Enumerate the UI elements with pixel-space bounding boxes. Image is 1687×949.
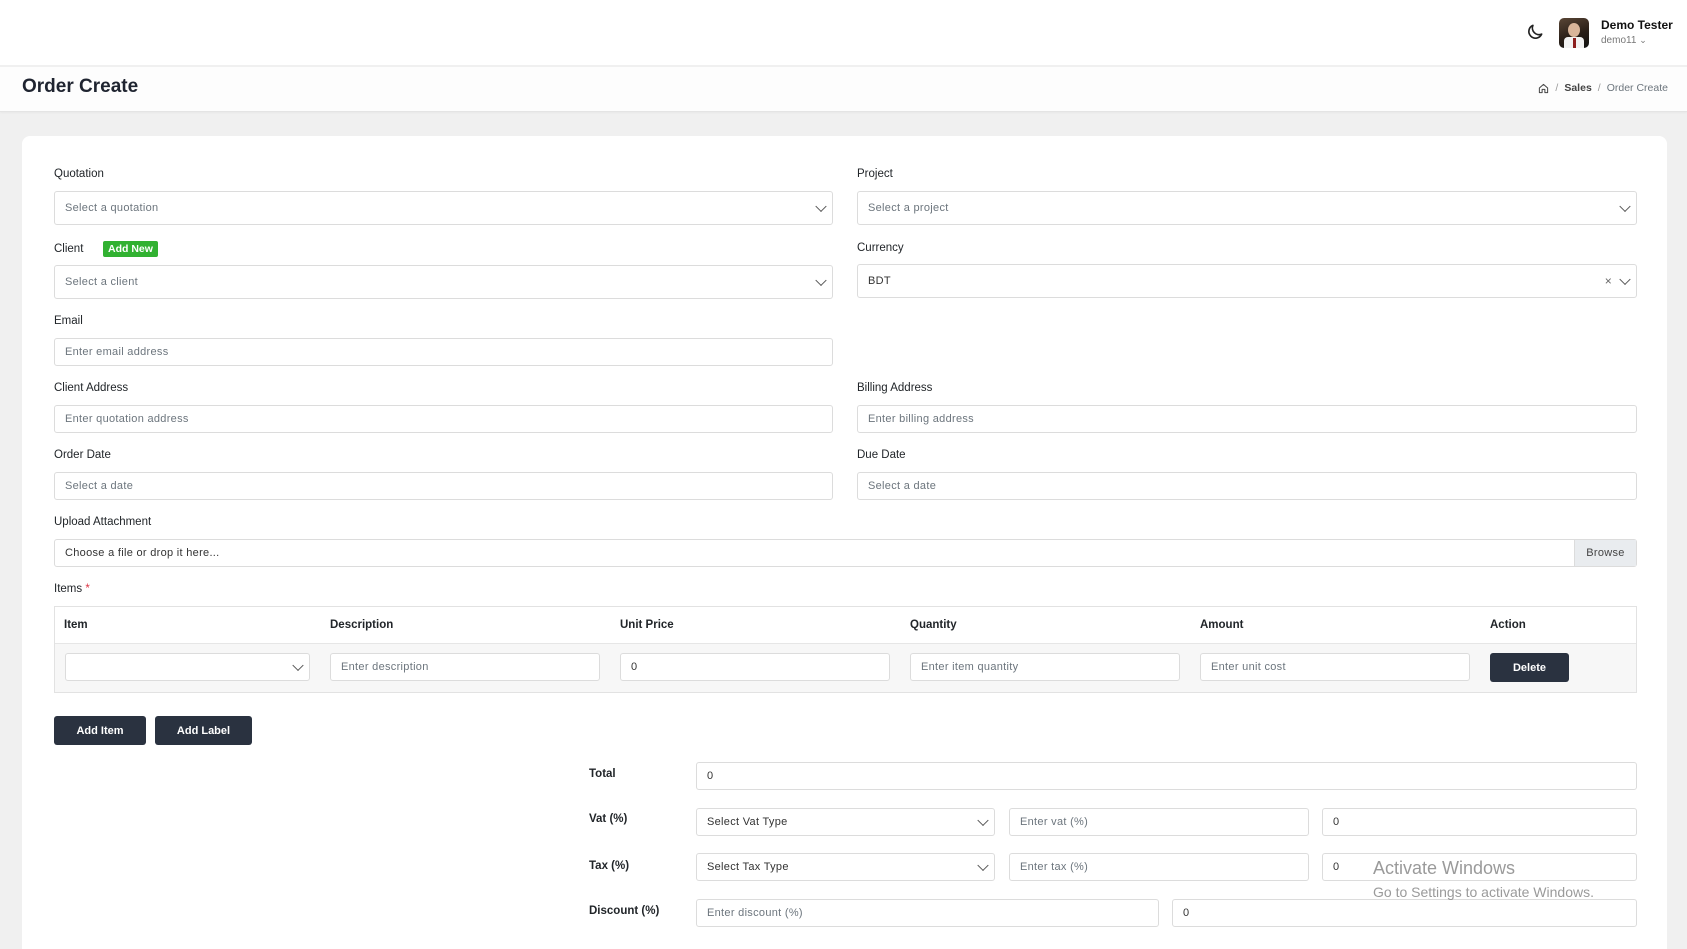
total-label: Total: [589, 768, 616, 780]
items-table: Item Description Unit Price Quantity Amo…: [54, 606, 1637, 693]
total-field: 0: [696, 762, 1637, 790]
email-field[interactable]: Enter email address: [54, 338, 833, 366]
vat-rate-input[interactable]: Enter vat (%): [1009, 808, 1309, 836]
items-label: Items *: [54, 583, 90, 595]
top-bar: Demo Tester demo11 ⌄: [0, 0, 1687, 65]
currency-select[interactable]: BDT ×: [857, 264, 1637, 298]
file-upload-field[interactable]: Choose a file or drop it here... Browse: [54, 539, 1637, 567]
column-header-quantity: Quantity: [910, 619, 957, 631]
table-row: Enter description 0 Enter item quantity …: [55, 644, 1636, 692]
billing-address-field[interactable]: Enter billing address: [857, 405, 1637, 433]
vat-amount-field: 0: [1322, 808, 1637, 836]
currency-label: Currency: [857, 242, 904, 254]
item-select[interactable]: [65, 653, 310, 681]
column-header-description: Description: [330, 619, 394, 631]
discount-rate-input[interactable]: Enter discount (%): [696, 899, 1159, 927]
chevron-down-icon: [1619, 273, 1631, 286]
client-address-field[interactable]: Enter quotation address: [54, 405, 833, 433]
avatar[interactable]: [1559, 18, 1589, 48]
add-new-client-button[interactable]: Add New: [103, 241, 158, 257]
billing-address-label: Billing Address: [857, 382, 933, 394]
activate-windows-subtitle: Go to Settings to activate Windows.: [1373, 884, 1594, 900]
upload-attachment-label: Upload Attachment: [54, 516, 152, 528]
description-input[interactable]: Enter description: [330, 653, 600, 681]
quantity-input[interactable]: Enter item quantity: [910, 653, 1180, 681]
tax-type-select[interactable]: Select Tax Type: [696, 853, 995, 881]
items-table-header: Item Description Unit Price Quantity Amo…: [55, 607, 1636, 644]
tax-rate-input[interactable]: Enter tax (%): [1009, 853, 1309, 881]
breadcrumb-item-sales[interactable]: Sales: [1564, 82, 1591, 94]
add-label-button[interactable]: Add Label: [155, 716, 252, 745]
page-header: Order Create / Sales / Order Create: [0, 67, 1687, 112]
user-name[interactable]: Demo Tester: [1601, 18, 1673, 32]
project-label: Project: [857, 168, 893, 180]
email-label: Email: [54, 315, 83, 327]
required-mark: *: [85, 583, 90, 595]
discount-label: Discount (%): [589, 905, 660, 917]
column-header-action: Action: [1490, 619, 1526, 631]
activate-windows-title: Activate Windows: [1373, 858, 1516, 878]
client-label: Client: [54, 243, 84, 255]
tax-label: Tax (%): [589, 860, 630, 872]
breadcrumb: / Sales / Order Create: [1538, 82, 1668, 94]
delete-row-button[interactable]: Delete: [1490, 653, 1569, 682]
clear-icon[interactable]: ×: [1605, 274, 1612, 288]
client-address-label: Client Address: [54, 382, 129, 394]
page-title: Order Create: [22, 76, 139, 97]
unit-price-input[interactable]: 0: [620, 653, 890, 681]
moon-icon[interactable]: [1525, 22, 1545, 42]
quotation-label: Quotation: [54, 168, 104, 180]
chevron-down-icon: [1619, 200, 1631, 213]
due-date-label: Due Date: [857, 449, 906, 461]
discount-amount-field: 0: [1172, 899, 1637, 927]
chevron-down-icon: [815, 200, 827, 213]
vat-label: Vat (%): [589, 813, 628, 825]
project-select[interactable]: Select a project: [857, 191, 1637, 225]
chevron-down-icon: ⌄: [1639, 35, 1647, 45]
chevron-down-icon: [977, 814, 989, 827]
amount-input[interactable]: Enter unit cost: [1200, 653, 1470, 681]
column-header-unit-price: Unit Price: [620, 619, 674, 631]
due-date-field[interactable]: Select a date: [857, 472, 1637, 500]
add-item-button[interactable]: Add Item: [54, 716, 146, 745]
quotation-select[interactable]: Select a quotation: [54, 191, 833, 225]
client-select[interactable]: Select a client: [54, 265, 833, 299]
column-header-amount: Amount: [1200, 619, 1244, 631]
chevron-down-icon: [815, 274, 827, 287]
user-id[interactable]: demo11 ⌄: [1601, 35, 1647, 46]
order-date-field[interactable]: Select a date: [54, 472, 833, 500]
vat-type-select[interactable]: Select Vat Type: [696, 808, 995, 836]
order-date-label: Order Date: [54, 449, 111, 461]
breadcrumb-item-current: Order Create: [1606, 82, 1668, 94]
chevron-down-icon: [292, 659, 304, 672]
browse-button[interactable]: Browse: [1574, 540, 1636, 566]
column-header-item: Item: [64, 619, 88, 631]
home-icon[interactable]: [1538, 83, 1549, 94]
chevron-down-icon: [977, 859, 989, 872]
